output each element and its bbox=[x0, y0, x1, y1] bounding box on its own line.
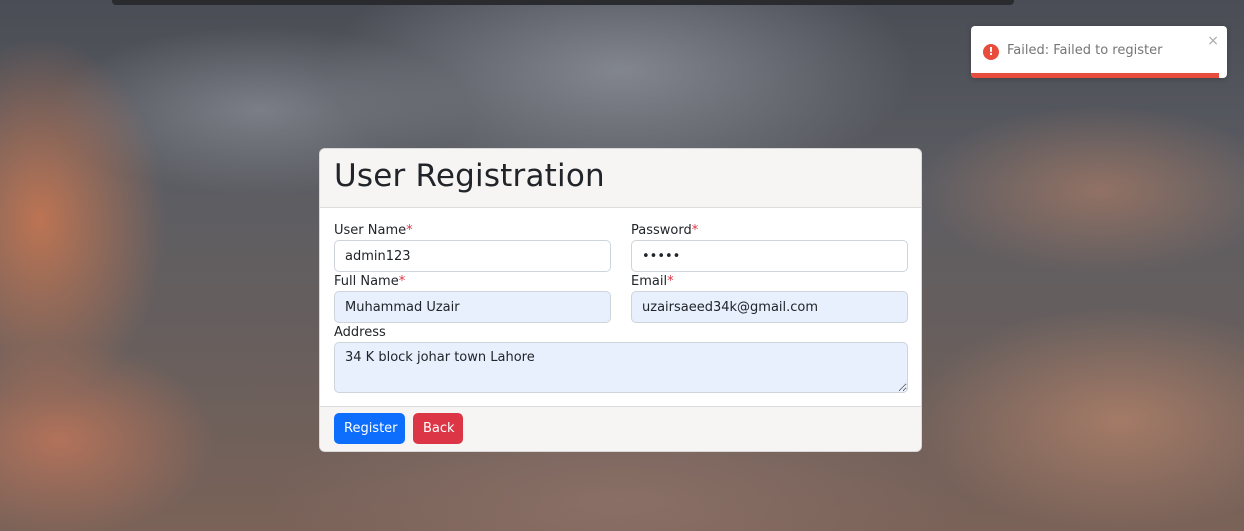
address-group: Address 34 K block johar town Lahore bbox=[334, 324, 908, 397]
required-mark: * bbox=[406, 223, 413, 238]
top-bar bbox=[112, 0, 1014, 5]
error-toast: ! Failed: Failed to register × bbox=[971, 26, 1227, 78]
required-mark: * bbox=[398, 274, 406, 289]
password-group: Password* bbox=[631, 222, 908, 272]
email-label: Email* bbox=[631, 274, 674, 289]
username-label: User Name* bbox=[334, 223, 413, 238]
fullname-group: Full Name* bbox=[334, 273, 611, 323]
toast-message: Failed: Failed to register bbox=[1007, 43, 1163, 58]
page-title: User Registration bbox=[334, 158, 605, 194]
required-mark: * bbox=[691, 223, 699, 238]
email-input[interactable] bbox=[631, 291, 908, 323]
form-row-2: Full Name* Email* bbox=[334, 273, 908, 323]
password-input[interactable] bbox=[631, 240, 908, 272]
username-group: User Name* bbox=[334, 222, 611, 272]
registration-card: User Registration User Name* Password* F… bbox=[319, 148, 922, 452]
password-label: Password* bbox=[631, 223, 699, 238]
toast-progress-bar bbox=[971, 73, 1220, 78]
card-header: User Registration bbox=[320, 149, 921, 208]
required-mark: * bbox=[667, 274, 674, 289]
fullname-label: Full Name* bbox=[334, 274, 406, 289]
form-row-1: User Name* Password* bbox=[334, 222, 908, 272]
register-button[interactable]: Register bbox=[334, 413, 405, 444]
address-label: Address bbox=[334, 325, 386, 340]
card-footer: Register Back bbox=[320, 406, 921, 451]
username-input[interactable] bbox=[334, 240, 611, 272]
back-button[interactable]: Back bbox=[413, 413, 463, 444]
card-body: User Name* Password* Full Name* Email* A… bbox=[320, 208, 921, 408]
close-icon[interactable]: × bbox=[1207, 34, 1219, 48]
error-icon: ! bbox=[983, 44, 999, 60]
address-textarea[interactable]: 34 K block johar town Lahore bbox=[334, 342, 908, 393]
email-group: Email* bbox=[631, 273, 908, 323]
fullname-input[interactable] bbox=[334, 291, 611, 323]
